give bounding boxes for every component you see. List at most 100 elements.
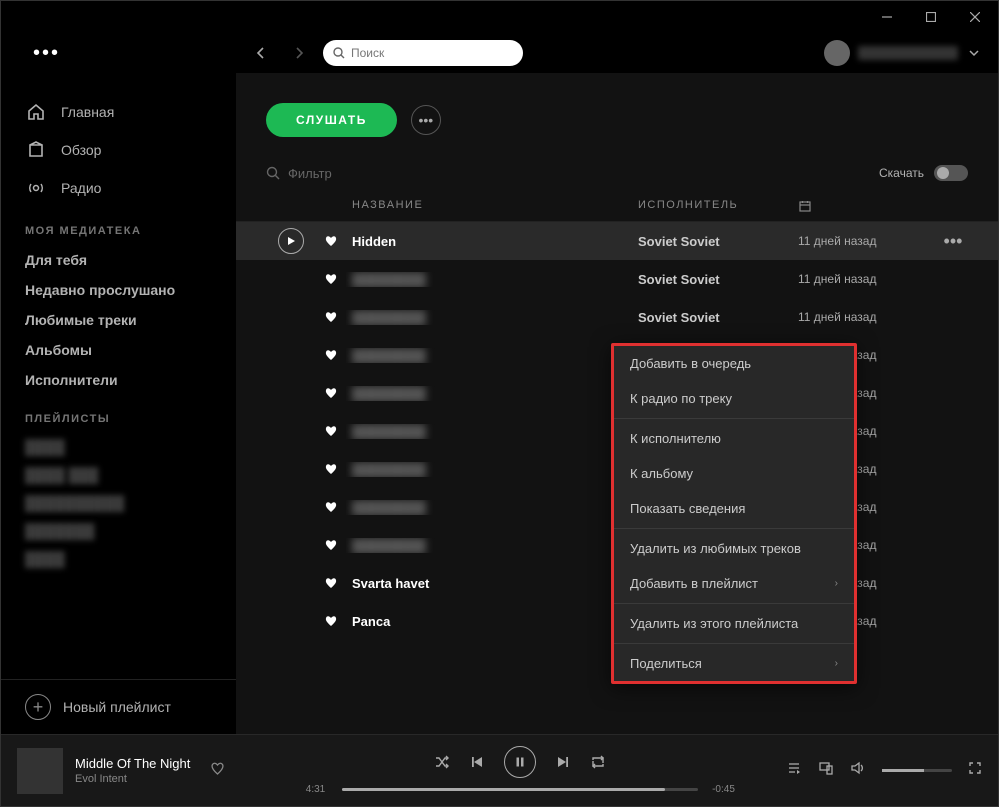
like-button[interactable] — [210, 761, 225, 781]
playlist-item[interactable]: ████ — [1, 433, 236, 461]
chevron-right-icon: › — [835, 658, 838, 669]
maximize-button[interactable] — [916, 5, 946, 29]
nav-browse-label: Обзор — [61, 142, 101, 158]
app-menu-button[interactable]: ••• — [33, 42, 60, 65]
track-title: ████████ — [346, 386, 638, 401]
lib-albums[interactable]: Альбомы — [1, 335, 236, 365]
user-avatar[interactable] — [824, 40, 850, 66]
playlist-item[interactable]: ███████ — [1, 517, 236, 545]
next-button[interactable] — [556, 755, 570, 769]
now-playing-artist[interactable]: Evol Intent — [75, 773, 190, 785]
repeat-button[interactable] — [590, 754, 606, 770]
play-track-button[interactable] — [278, 228, 304, 254]
lib-liked[interactable]: Любимые треки — [1, 305, 236, 335]
playlist-item[interactable]: ██████████ — [1, 489, 236, 517]
album-art[interactable] — [17, 748, 63, 794]
heart-icon[interactable] — [316, 462, 346, 476]
chevron-right-icon: › — [835, 578, 838, 589]
menu-divider — [614, 643, 854, 644]
download-toggle[interactable] — [934, 165, 968, 181]
playlists-section-header: ПЛЕЙЛИСТЫ — [1, 395, 236, 433]
shuffle-button[interactable] — [434, 754, 450, 770]
heart-icon[interactable] — [316, 386, 346, 400]
home-icon — [25, 101, 47, 123]
player-bar: Middle Of The Night Evol Intent 4:31 -0:… — [1, 734, 998, 806]
pause-button[interactable] — [504, 746, 536, 778]
track-row[interactable]: ████████Soviet Soviet11 дней назад — [236, 298, 998, 336]
queue-button[interactable] — [786, 760, 802, 781]
track-title: ████████ — [346, 424, 638, 439]
playlist-item[interactable]: ████ ███ — [1, 461, 236, 489]
track-artist[interactable]: Soviet Soviet — [638, 310, 798, 325]
nav-radio-label: Радио — [61, 180, 101, 196]
track-title: ████████ — [346, 462, 638, 477]
heart-icon[interactable] — [316, 614, 346, 628]
context-menu-item[interactable]: Удалить из этого плейлиста — [614, 606, 854, 641]
track-title: Hidden — [346, 234, 638, 249]
calendar-icon — [798, 199, 812, 213]
new-playlist-button[interactable]: + Новый плейлист — [1, 679, 236, 734]
search-icon — [266, 166, 280, 180]
play-all-button[interactable]: СЛУШАТЬ — [266, 103, 397, 137]
context-menu-item[interactable]: К альбому — [614, 456, 854, 491]
track-title: Panca — [346, 614, 638, 629]
lib-recent[interactable]: Недавно прослушано — [1, 275, 236, 305]
track-date: 11 дней назад — [798, 272, 938, 286]
window-titlebar — [1, 1, 998, 33]
track-title: ████████ — [346, 272, 638, 287]
nav-back-button[interactable] — [247, 39, 275, 67]
context-menu-item[interactable]: Показать сведения — [614, 491, 854, 526]
playlist-item[interactable]: ████ — [1, 545, 236, 573]
progress-bar[interactable] — [342, 788, 698, 791]
track-more-button[interactable]: ••• — [938, 231, 968, 252]
nav-forward-button[interactable] — [285, 39, 313, 67]
now-playing-title[interactable]: Middle Of The Night — [75, 756, 190, 771]
track-row[interactable]: HiddenSoviet Soviet11 дней назад••• — [236, 222, 998, 260]
context-menu-item[interactable]: Добавить в очередь — [614, 346, 854, 381]
nav-home-label: Главная — [61, 104, 114, 120]
search-input[interactable]: Поиск — [323, 40, 523, 66]
track-title: ████████ — [346, 538, 638, 553]
context-menu-item[interactable]: К радио по треку — [614, 381, 854, 416]
lib-artists[interactable]: Исполнители — [1, 365, 236, 395]
heart-icon[interactable] — [316, 538, 346, 552]
heart-icon[interactable] — [316, 234, 346, 248]
minimize-button[interactable] — [872, 5, 902, 29]
nav-home[interactable]: Главная — [25, 93, 212, 131]
new-playlist-label: Новый плейлист — [63, 699, 171, 715]
close-button[interactable] — [960, 5, 990, 29]
track-row[interactable]: ████████Soviet Soviet11 дней назад — [236, 260, 998, 298]
column-title: НАЗВАНИЕ — [346, 199, 638, 213]
context-menu-item[interactable]: К исполнителю — [614, 421, 854, 456]
lib-for-you[interactable]: Для тебя — [1, 245, 236, 275]
track-date: 11 дней назад — [798, 234, 938, 248]
context-menu-item[interactable]: Поделиться› — [614, 646, 854, 681]
radio-icon — [25, 177, 47, 199]
context-menu-item[interactable]: Удалить из любимых треков — [614, 531, 854, 566]
nav-browse[interactable]: Обзор — [25, 131, 212, 169]
track-artist[interactable]: Soviet Soviet — [638, 272, 798, 287]
heart-icon[interactable] — [316, 310, 346, 324]
chevron-down-icon[interactable] — [966, 45, 982, 61]
heart-icon[interactable] — [316, 272, 346, 286]
heart-icon[interactable] — [316, 348, 346, 362]
heart-icon[interactable] — [316, 576, 346, 590]
menu-divider — [614, 603, 854, 604]
volume-button[interactable] — [850, 760, 866, 781]
nav-radio[interactable]: Радио — [25, 169, 212, 207]
search-placeholder: Поиск — [351, 46, 384, 60]
prev-button[interactable] — [470, 755, 484, 769]
more-options-button[interactable]: ••• — [411, 105, 441, 135]
volume-slider[interactable] — [882, 769, 952, 772]
filter-input[interactable]: Фильтр — [266, 166, 332, 181]
fullscreen-button[interactable] — [968, 761, 982, 780]
menu-divider — [614, 418, 854, 419]
heart-icon[interactable] — [316, 424, 346, 438]
context-menu-item[interactable]: Добавить в плейлист› — [614, 566, 854, 601]
search-icon — [333, 47, 345, 59]
track-artist[interactable]: Soviet Soviet — [638, 234, 798, 249]
menu-divider — [614, 528, 854, 529]
heart-icon[interactable] — [316, 500, 346, 514]
plus-icon: + — [25, 694, 51, 720]
devices-button[interactable] — [818, 760, 834, 781]
